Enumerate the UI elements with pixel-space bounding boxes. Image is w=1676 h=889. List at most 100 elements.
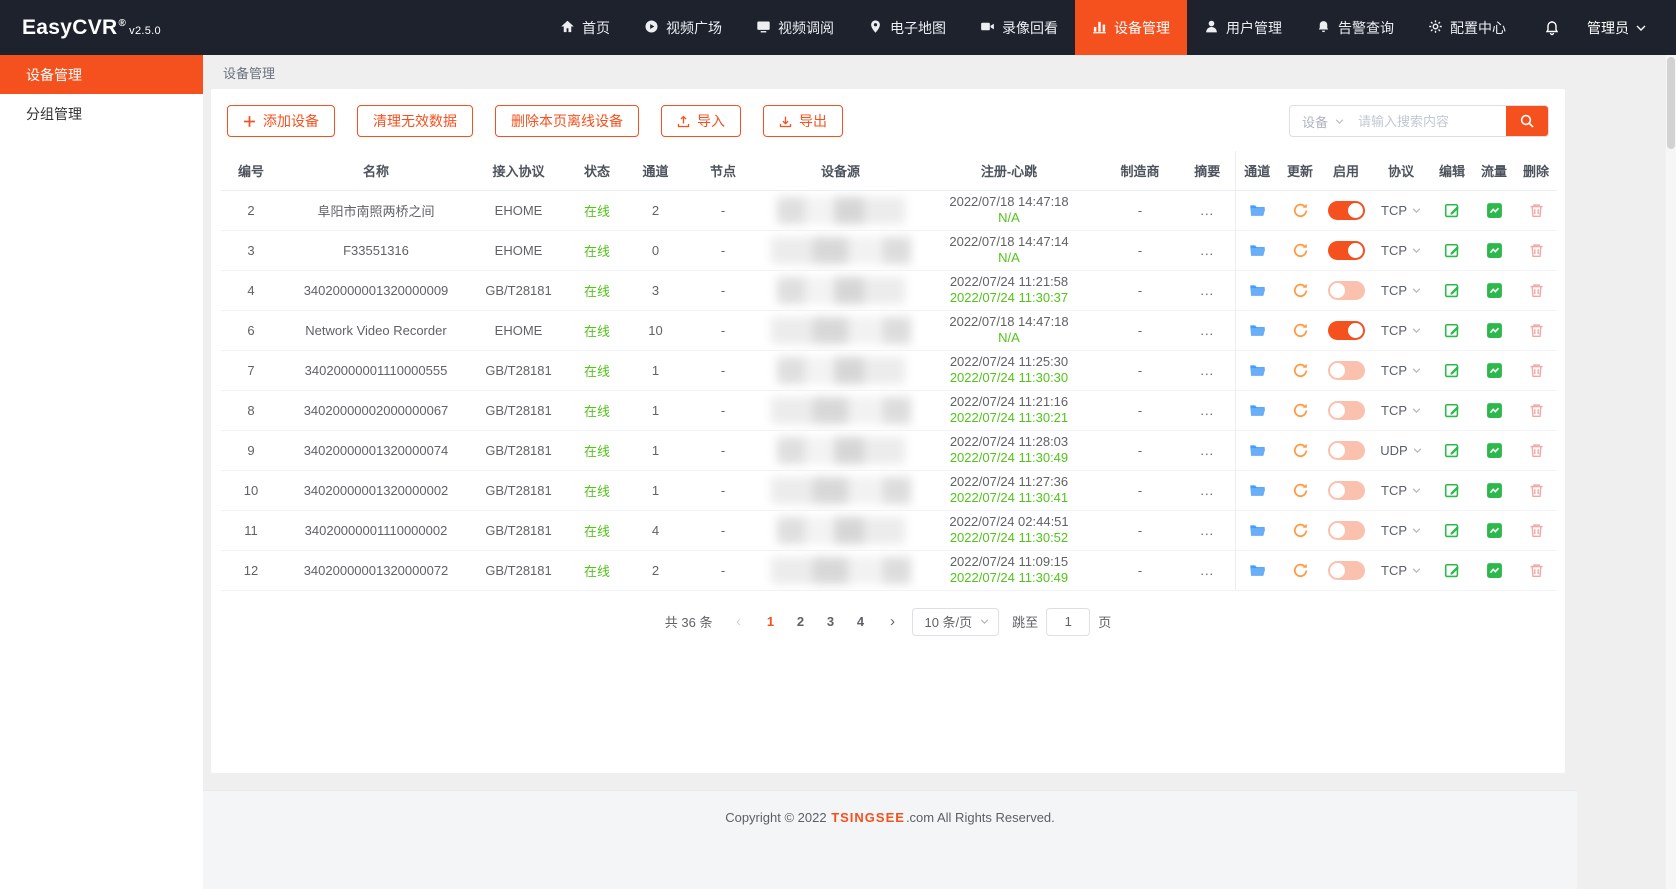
traffic-icon[interactable] [1486, 442, 1503, 459]
enable-toggle[interactable] [1328, 561, 1365, 580]
traffic-icon[interactable] [1486, 562, 1503, 579]
window-scrollbar[interactable] [1666, 55, 1676, 889]
page-number-1[interactable]: 1 [758, 614, 782, 629]
protocol-select[interactable]: TCP [1381, 403, 1421, 418]
cell-summary[interactable]: ... [1180, 230, 1235, 270]
nav-item-device-management[interactable]: 设备管理 [1075, 0, 1187, 55]
delete-icon[interactable] [1528, 482, 1545, 499]
refresh-icon[interactable] [1292, 402, 1309, 419]
refresh-icon[interactable] [1292, 562, 1309, 579]
channel-folder-icon[interactable] [1249, 402, 1266, 419]
channel-folder-icon[interactable] [1249, 242, 1266, 259]
edit-icon[interactable] [1444, 282, 1461, 299]
refresh-icon[interactable] [1292, 202, 1309, 219]
cell-summary[interactable]: ... [1180, 270, 1235, 310]
traffic-icon[interactable] [1486, 242, 1503, 259]
channel-folder-icon[interactable] [1249, 522, 1266, 539]
refresh-icon[interactable] [1292, 242, 1309, 259]
traffic-icon[interactable] [1486, 322, 1503, 339]
import-button[interactable]: 导入 [661, 105, 741, 137]
channel-folder-icon[interactable] [1249, 202, 1266, 219]
protocol-select[interactable]: TCP [1381, 363, 1421, 378]
add-device-button[interactable]: 添加设备 [227, 105, 335, 137]
sidebar-item-device-management[interactable]: 设备管理 [0, 55, 203, 94]
refresh-icon[interactable] [1292, 282, 1309, 299]
traffic-icon[interactable] [1486, 202, 1503, 219]
cell-summary[interactable]: ... [1180, 310, 1235, 350]
delete-icon[interactable] [1528, 322, 1545, 339]
delete-icon[interactable] [1528, 362, 1545, 379]
page-size-select[interactable]: 10 条/页 [912, 608, 999, 636]
edit-icon[interactable] [1444, 242, 1461, 259]
bell-icon[interactable] [1543, 19, 1561, 37]
enable-toggle[interactable] [1328, 281, 1365, 300]
next-page-button[interactable]: › [881, 613, 903, 630]
refresh-icon[interactable] [1292, 442, 1309, 459]
enable-toggle[interactable] [1328, 401, 1365, 420]
enable-toggle[interactable] [1328, 321, 1365, 340]
enable-toggle[interactable] [1328, 241, 1365, 260]
traffic-icon[interactable] [1486, 482, 1503, 499]
traffic-icon[interactable] [1486, 282, 1503, 299]
nav-item-video-plaza[interactable]: 视频广场 [627, 0, 739, 55]
cell-summary[interactable]: ... [1180, 510, 1235, 550]
user-menu[interactable]: 管理员 [1587, 18, 1646, 38]
edit-icon[interactable] [1444, 482, 1461, 499]
refresh-icon[interactable] [1292, 322, 1309, 339]
nav-item-config-center[interactable]: 配置中心 [1411, 0, 1523, 55]
protocol-select[interactable]: TCP [1381, 483, 1421, 498]
refresh-icon[interactable] [1292, 522, 1309, 539]
protocol-select[interactable]: TCP [1381, 243, 1421, 258]
delete-icon[interactable] [1528, 202, 1545, 219]
nav-item-emap[interactable]: 电子地图 [851, 0, 963, 55]
cell-summary[interactable]: ... [1180, 550, 1235, 590]
refresh-icon[interactable] [1292, 482, 1309, 499]
enable-toggle[interactable] [1328, 481, 1365, 500]
protocol-select[interactable]: TCP [1381, 283, 1421, 298]
edit-icon[interactable] [1444, 322, 1461, 339]
sidebar-item-group-management[interactable]: 分组管理 [0, 94, 203, 133]
protocol-select[interactable]: TCP [1381, 523, 1421, 538]
delete-icon[interactable] [1528, 282, 1545, 299]
edit-icon[interactable] [1444, 562, 1461, 579]
page-jump-input[interactable] [1046, 608, 1090, 636]
traffic-icon[interactable] [1486, 522, 1503, 539]
delete-offline-devices-button[interactable]: 删除本页离线设备 [495, 105, 639, 137]
channel-folder-icon[interactable] [1249, 562, 1266, 579]
search-input[interactable] [1354, 106, 1506, 136]
nav-item-user-management[interactable]: 用户管理 [1187, 0, 1299, 55]
nav-item-playback[interactable]: 录像回看 [963, 0, 1075, 55]
page-number-2[interactable]: 2 [788, 614, 812, 629]
protocol-select[interactable]: TCP [1381, 323, 1421, 338]
delete-icon[interactable] [1528, 522, 1545, 539]
nav-item-video-review[interactable]: 视频调阅 [739, 0, 851, 55]
cell-summary[interactable]: ... [1180, 350, 1235, 390]
channel-folder-icon[interactable] [1249, 482, 1266, 499]
page-number-4[interactable]: 4 [848, 614, 872, 629]
page-number-3[interactable]: 3 [818, 614, 842, 629]
search-category-select[interactable]: 设备 [1290, 106, 1354, 136]
enable-toggle[interactable] [1328, 521, 1365, 540]
scrollbar-thumb[interactable] [1667, 57, 1675, 149]
enable-toggle[interactable] [1328, 441, 1365, 460]
search-button[interactable] [1506, 106, 1548, 136]
nav-item-home[interactable]: 首页 [543, 0, 627, 55]
channel-folder-icon[interactable] [1249, 362, 1266, 379]
cell-summary[interactable]: ... [1180, 470, 1235, 510]
prev-page-button[interactable]: ‹ [727, 613, 749, 630]
enable-toggle[interactable] [1328, 201, 1365, 220]
cell-summary[interactable]: ... [1180, 390, 1235, 430]
edit-icon[interactable] [1444, 362, 1461, 379]
enable-toggle[interactable] [1328, 361, 1365, 380]
delete-icon[interactable] [1528, 242, 1545, 259]
cell-summary[interactable]: ... [1180, 430, 1235, 470]
traffic-icon[interactable] [1486, 362, 1503, 379]
cell-summary[interactable]: ... [1180, 190, 1235, 230]
delete-icon[interactable] [1528, 442, 1545, 459]
refresh-icon[interactable] [1292, 362, 1309, 379]
delete-icon[interactable] [1528, 562, 1545, 579]
channel-folder-icon[interactable] [1249, 322, 1266, 339]
delete-icon[interactable] [1528, 402, 1545, 419]
protocol-select[interactable]: TCP [1381, 563, 1421, 578]
edit-icon[interactable] [1444, 402, 1461, 419]
